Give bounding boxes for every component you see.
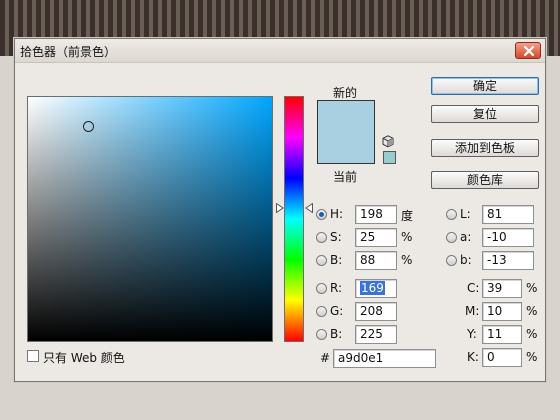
lab-b-input[interactable]: -13: [482, 251, 534, 270]
web-colors-only-checkbox[interactable]: [27, 350, 39, 362]
lab-a-radio[interactable]: [446, 232, 457, 243]
title-bar[interactable]: 拾色器（前景色）: [15, 39, 545, 63]
close-icon: [524, 46, 534, 56]
yellow-unit: %: [526, 327, 538, 341]
lab-l-label: L:: [460, 207, 471, 221]
new-color-swatch: [317, 100, 375, 164]
color-field[interactable]: [27, 96, 273, 342]
lab-l-input[interactable]: 81: [482, 205, 534, 224]
black-unit: %: [526, 350, 538, 364]
brightness-radio[interactable]: [316, 255, 327, 266]
blue-radio[interactable]: [316, 329, 327, 340]
web-colors-only-label: 只有 Web 颜色: [43, 351, 125, 365]
green-input[interactable]: 208: [355, 302, 397, 321]
saturation-label: S:: [330, 230, 342, 244]
saturation-unit: %: [401, 230, 413, 244]
green-label: G:: [330, 304, 344, 318]
brightness-unit: %: [401, 253, 413, 267]
red-input[interactable]: 169: [355, 279, 397, 298]
lab-b-label: b:: [460, 253, 472, 267]
yellow-label: Y:: [467, 327, 477, 341]
red-label: R:: [330, 281, 343, 295]
red-radio[interactable]: [316, 283, 327, 294]
lab-a-input[interactable]: -10: [482, 228, 534, 247]
black-input[interactable]: 0: [482, 348, 522, 367]
dialog-title: 拾色器（前景色）: [20, 45, 117, 59]
color-picker-dialog: 拾色器（前景色） 新的 当前 确定 复位 添加到色板 颜色库 H: 198 度: [14, 38, 546, 382]
hue-radio[interactable]: [316, 209, 327, 220]
lab-a-label: a:: [460, 230, 472, 244]
magenta-input[interactable]: 10: [482, 302, 522, 321]
hue-label: H:: [330, 207, 344, 221]
brightness-input[interactable]: 88: [355, 251, 397, 270]
hue-unit: 度: [401, 209, 414, 223]
green-radio[interactable]: [316, 306, 327, 317]
magenta-unit: %: [526, 304, 538, 318]
hex-input[interactable]: a9d0e1: [333, 349, 436, 368]
lab-b-radio[interactable]: [446, 255, 457, 266]
saturation-input[interactable]: 25: [355, 228, 397, 247]
red-input-selected-text: 169: [360, 281, 385, 295]
color-picker-ring[interactable]: [83, 121, 94, 132]
magenta-label: M:: [465, 304, 480, 318]
yellow-input[interactable]: 11: [482, 325, 522, 344]
web-safe-color-swatch[interactable]: [383, 151, 396, 164]
hue-input[interactable]: 198: [355, 205, 397, 224]
web-safe-cube-icon[interactable]: [382, 135, 394, 148]
color-field-brightness: [28, 97, 272, 341]
blue-input[interactable]: 225: [355, 325, 397, 344]
ok-button[interactable]: 确定: [431, 77, 539, 95]
add-to-swatches-button[interactable]: 添加到色板: [431, 139, 539, 157]
blue-label: B:: [330, 327, 343, 341]
reset-button[interactable]: 复位: [431, 105, 539, 123]
hue-slider[interactable]: [284, 96, 304, 342]
cyan-unit: %: [526, 281, 538, 295]
cyan-label: C:: [467, 281, 480, 295]
color-libraries-button[interactable]: 颜色库: [431, 171, 539, 189]
hex-label: #: [320, 351, 331, 365]
black-label: K:: [467, 350, 479, 364]
new-color-label: 新的: [333, 86, 358, 100]
current-color-label: 当前: [333, 170, 358, 184]
hue-slider-right-arrow-icon[interactable]: [305, 203, 313, 213]
close-button[interactable]: [515, 42, 541, 59]
brightness-label: B:: [330, 253, 343, 267]
lab-l-radio[interactable]: [446, 209, 457, 220]
hue-slider-left-arrow-icon[interactable]: [276, 203, 284, 213]
cyan-input[interactable]: 39: [482, 279, 522, 298]
saturation-radio[interactable]: [316, 232, 327, 243]
